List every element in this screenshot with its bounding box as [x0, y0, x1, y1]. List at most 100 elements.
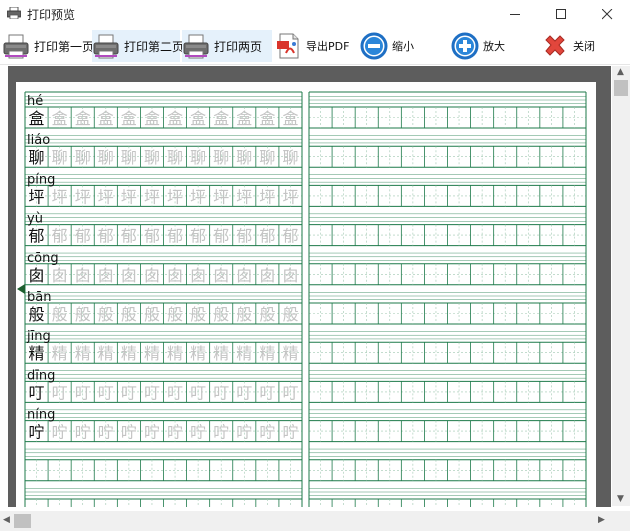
trace-character: 盒 [236, 109, 252, 128]
trace-character: 坪 [190, 187, 206, 206]
trace-character: 囱 [213, 266, 229, 285]
print-both-pages-button[interactable]: 打印两页 [182, 30, 272, 62]
trace-character: 叮 [236, 383, 252, 402]
print-first-page-label: 打印第一页 [34, 39, 95, 54]
trace-character: 坪 [236, 187, 252, 206]
printer-icon [183, 34, 209, 59]
trace-character: 囱 [121, 266, 137, 285]
trace-character: 咛 [190, 423, 206, 442]
zoom-out-icon [360, 32, 388, 60]
trace-character: 般 [52, 305, 68, 324]
trace-character: 郁 [167, 227, 183, 246]
export-pdf-button[interactable]: 导出PDF [274, 30, 350, 62]
trace-character: 叮 [190, 383, 206, 402]
trace-character: 郁 [144, 227, 160, 246]
trace-character: 盒 [167, 109, 183, 128]
model-character: 坪 [29, 187, 45, 206]
scroll-right-icon[interactable]: ▶ [598, 515, 605, 525]
trace-character: 聊 [213, 148, 229, 167]
close-preview-button[interactable]: 关闭 [541, 30, 611, 62]
trace-character: 般 [75, 305, 91, 324]
trace-character: 叮 [213, 383, 229, 402]
close-preview-label: 关闭 [573, 40, 595, 53]
trace-character: 盒 [52, 109, 68, 128]
trace-character: 咛 [75, 423, 91, 442]
print-second-page-button[interactable]: 打印第二页 [92, 30, 184, 62]
trace-character: 咛 [121, 423, 137, 442]
trace-character: 咛 [52, 423, 68, 442]
scroll-up-icon[interactable]: ▲ [617, 67, 624, 77]
trace-character: 盒 [98, 109, 114, 128]
zoom-out-button[interactable]: 缩小 [360, 30, 430, 62]
window-title: 打印预览 [27, 8, 76, 22]
trace-character: 郁 [236, 227, 252, 246]
trace-character: 郁 [259, 227, 275, 246]
red-x-close-icon [545, 35, 565, 56]
trace-character: 聊 [282, 148, 298, 167]
pdf-document-icon [277, 33, 299, 59]
trace-character: 郁 [213, 227, 229, 246]
trace-character: 聊 [121, 148, 137, 167]
pinyin-label: hé [27, 94, 43, 109]
maximize-button[interactable] [539, 0, 585, 28]
trace-character: 囱 [52, 266, 68, 285]
preview-area[interactable]: hé 盒盒盒盒盒盒盒盒盒盒盒盒 liáo 聊聊聊聊聊聊聊聊聊聊聊聊 píng 坪坪坪坪坪坪… [0, 66, 612, 522]
close-window-button[interactable] [585, 0, 630, 28]
zoom-in-button[interactable]: 放大 [451, 30, 521, 62]
print-first-page-button[interactable]: 打印第一页 [2, 30, 94, 62]
trace-character: 精 [75, 344, 91, 363]
trace-character: 叮 [98, 383, 114, 402]
pinyin-label: píng [27, 172, 55, 187]
minimize-button[interactable] [493, 0, 539, 28]
trace-character: 般 [282, 305, 298, 324]
zoom-out-label: 缩小 [392, 40, 414, 53]
trace-character: 叮 [121, 383, 137, 402]
scroll-left-icon[interactable]: ◀ [3, 515, 10, 525]
scroll-down-icon[interactable]: ▼ [617, 494, 624, 504]
printer-icon [93, 34, 119, 59]
vertical-scroll-thumb[interactable] [614, 80, 628, 96]
trace-character: 坪 [259, 187, 275, 206]
pinyin-label: liáo [27, 133, 50, 148]
trace-character: 囱 [236, 266, 252, 285]
trace-character: 般 [121, 305, 137, 324]
page-marker-arrow [17, 284, 25, 294]
trace-character: 咛 [98, 423, 114, 442]
pinyin-label: níng [27, 408, 55, 423]
trace-character: 精 [98, 344, 114, 363]
model-character: 叮 [29, 383, 45, 402]
export-pdf-label: 导出PDF [306, 40, 350, 53]
print-second-page-label: 打印第二页 [124, 39, 185, 54]
vertical-scrollbar[interactable]: ▲ ▼ [612, 66, 630, 506]
zoom-in-icon [451, 32, 479, 60]
trace-character: 囱 [144, 266, 160, 285]
worksheet-canvas: hé盒盒盒盒盒盒盒盒盒盒盒盒liáo聊聊聊聊聊聊聊聊聊聊聊聊píng坪坪坪坪坪坪… [24, 91, 587, 522]
trace-character: 坪 [75, 187, 91, 206]
trace-character: 聊 [75, 148, 91, 167]
trace-character: 精 [144, 344, 160, 363]
trace-character: 囱 [282, 266, 298, 285]
trace-character: 聊 [259, 148, 275, 167]
trace-character: 盒 [144, 109, 160, 128]
trace-character: 坪 [144, 187, 160, 206]
zoom-in-label: 放大 [483, 40, 505, 53]
trace-character: 叮 [52, 383, 68, 402]
trace-character: 般 [98, 305, 114, 324]
trace-character: 般 [167, 305, 183, 324]
model-character: 聊 [29, 148, 45, 167]
trace-character: 咛 [213, 423, 229, 442]
trace-character: 聊 [190, 148, 206, 167]
minimize-icon [510, 14, 520, 15]
trace-character: 盒 [190, 109, 206, 128]
trace-character: 盒 [282, 109, 298, 128]
trace-character: 郁 [190, 227, 206, 246]
trace-character: 叮 [259, 383, 275, 402]
trace-character: 叮 [167, 383, 183, 402]
horizontal-scroll-thumb[interactable] [14, 514, 31, 528]
trace-character: 囱 [259, 266, 275, 285]
pinyin-label: cōng [27, 251, 59, 266]
horizontal-scrollbar[interactable]: ◀ ▶ [0, 511, 612, 531]
maximize-icon [556, 9, 566, 19]
trace-character: 咛 [259, 423, 275, 442]
trace-character: 般 [236, 305, 252, 324]
